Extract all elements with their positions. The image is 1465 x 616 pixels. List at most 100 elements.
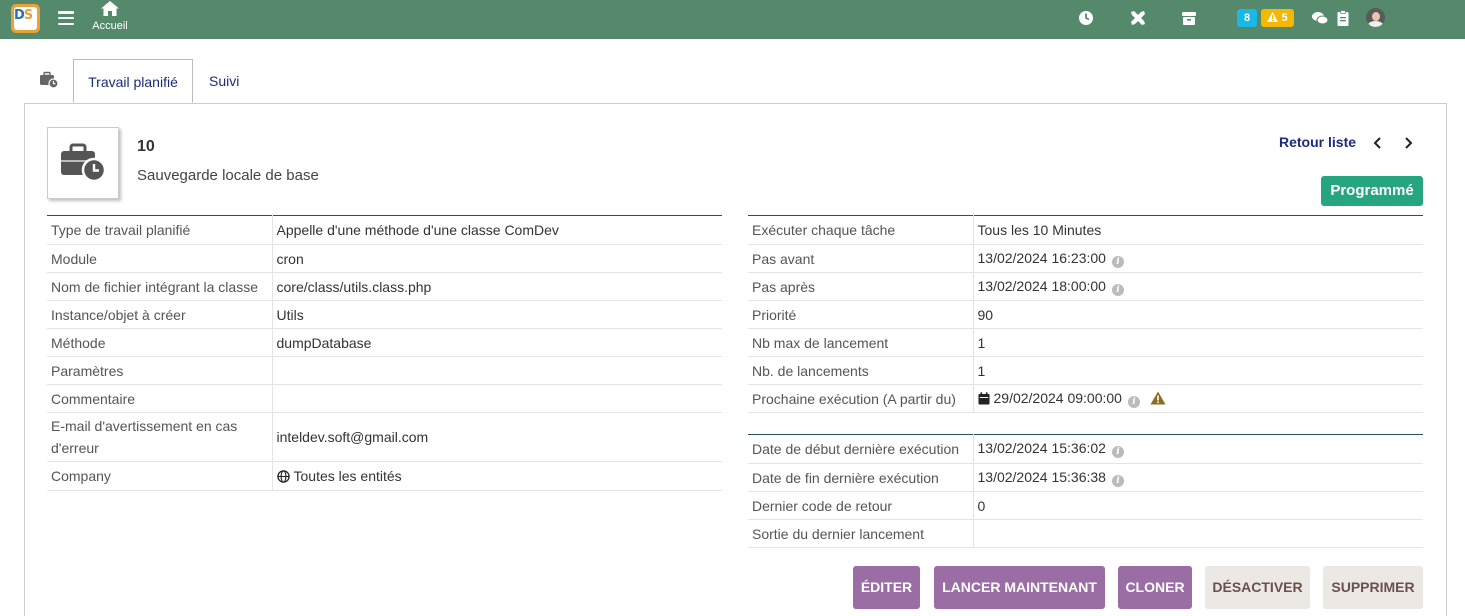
back-to-list-link[interactable]: Retour liste	[1279, 134, 1356, 150]
warning-icon	[1267, 12, 1279, 22]
object-picture	[47, 127, 119, 199]
field-label: Nb. de lancements	[748, 356, 974, 385]
field-row: Nb max de lancement 1	[748, 328, 1423, 357]
clone-button[interactable]: CLONER	[1118, 566, 1192, 609]
cron-job-tab-icon[interactable]	[39, 71, 59, 89]
field-row: Exécuter chaque tâche Tous les 10 Minutes	[748, 215, 1423, 245]
info-icon[interactable]: i	[1127, 395, 1140, 408]
next-run-value: 29/02/2024 09:00:00	[993, 389, 1122, 406]
field-value: Appelle d'une méthode d'une classe ComDe…	[272, 215, 722, 245]
edit-button[interactable]: ÉDITER	[853, 566, 920, 609]
box-icon[interactable]	[1180, 9, 1198, 27]
home-label: Accueil	[92, 20, 128, 32]
left-fields-table: Type de travail planifié Appelle d'une mé…	[47, 215, 722, 491]
field-value: 13/02/2024 16:23:00 i	[973, 244, 1423, 273]
info-icon[interactable]: i	[1111, 255, 1124, 268]
field-row: Commentaire	[47, 384, 722, 413]
menu-toggle-icon[interactable]	[58, 11, 74, 26]
chevron-right-icon[interactable]	[1401, 136, 1415, 150]
field-row: Company Toutes les entités	[47, 461, 722, 491]
field-value: core/class/utils.class.php	[272, 272, 722, 301]
field-row: Dernier code de retour 0	[748, 491, 1423, 520]
field-row: Nom de fichier intégrant la classe core/c…	[47, 272, 722, 301]
field-row: Priorité 90	[748, 300, 1423, 329]
last-run-fields-table: Date de début dernière exécution 13/02/20…	[748, 434, 1423, 548]
clock-icon[interactable]	[1077, 9, 1095, 27]
warning-icon[interactable]	[1150, 391, 1166, 405]
delete-button[interactable]: SUPPRIMER	[1323, 566, 1423, 609]
warning-count: 5	[1281, 12, 1288, 24]
field-value: 0	[973, 491, 1423, 520]
notification-badge[interactable]: 8	[1237, 9, 1257, 27]
field-label: Exécuter chaque tâche	[748, 215, 974, 245]
field-row: Paramètres	[47, 356, 722, 385]
tools-icon[interactable]	[1129, 9, 1147, 27]
not-before-value: 13/02/2024 16:23:00	[977, 249, 1106, 266]
field-label: Paramètres	[47, 356, 273, 385]
field-row: Prochaine exécution (A partir du) 29/02/…	[748, 384, 1423, 413]
field-value: inteldev.soft@gmail.com	[272, 412, 722, 462]
field-label: Date de fin dernière exécution	[748, 463, 974, 492]
schedule-fields-table: Exécuter chaque tâche Tous les 10 Minutes…	[748, 215, 1423, 413]
last-start-value: 13/02/2024 15:36:02	[977, 440, 1106, 456]
field-label: Priorité	[748, 300, 974, 329]
warning-badge[interactable]: 5	[1261, 9, 1294, 27]
field-row: Date de fin dernière exécution 13/02/2024…	[748, 463, 1423, 492]
field-label: Module	[47, 244, 273, 273]
field-label: Company	[47, 461, 273, 491]
tab-suivi[interactable]: Suivi	[197, 59, 251, 103]
object-ref: 10	[137, 138, 155, 155]
field-value: 13/02/2024 15:36:02 i	[973, 434, 1423, 464]
field-row: Module cron	[47, 244, 722, 273]
field-value: cron	[272, 244, 722, 273]
app-logo[interactable]: DS	[11, 4, 40, 33]
field-label: Nb max de lancement	[748, 328, 974, 357]
info-icon[interactable]: i	[1111, 474, 1124, 487]
field-label: Méthode	[47, 328, 273, 357]
field-label: E-mail d'avertissement en cas d'erreur	[47, 412, 273, 462]
field-row: Méthode dumpDatabase	[47, 328, 722, 357]
field-value: Utils	[272, 300, 722, 329]
cron-job-icon	[61, 143, 107, 183]
field-label: Instance/objet à créer	[47, 300, 273, 329]
field-row: Type de travail planifié Appelle d'une mé…	[47, 215, 722, 245]
disable-button[interactable]: DÉSACTIVER	[1205, 566, 1310, 609]
field-label: Pas avant	[748, 244, 974, 273]
field-label: Dernier code de retour	[748, 491, 974, 520]
field-label: Date de début dernière exécution	[748, 434, 974, 464]
not-after-value: 13/02/2024 18:00:00	[977, 277, 1106, 294]
field-value: 29/02/2024 09:00:00 i	[973, 384, 1423, 413]
field-value: Toutes les entités	[272, 461, 722, 491]
field-label: Type de travail planifié	[47, 215, 273, 245]
home-icon	[101, 1, 119, 16]
field-label: Sortie du dernier lancement	[748, 519, 974, 548]
company-value: Toutes les entités	[293, 468, 402, 484]
chat-icon[interactable]	[1311, 9, 1329, 27]
info-icon[interactable]: i	[1111, 446, 1124, 458]
last-end-value: 13/02/2024 15:36:38	[977, 468, 1106, 485]
field-value: 13/02/2024 15:36:38 i	[973, 463, 1423, 492]
field-label: Commentaire	[47, 384, 273, 413]
top-bar: DS Accueil 8 5	[0, 0, 1465, 39]
info-icon[interactable]: i	[1111, 283, 1124, 296]
calendar-icon	[978, 391, 989, 404]
home-link[interactable]: Accueil	[88, 1, 132, 37]
clipboard-icon[interactable]	[1334, 9, 1352, 27]
field-label: Prochaine exécution (A partir du)	[748, 384, 974, 413]
field-value: 90	[973, 300, 1423, 329]
globe-icon	[276, 470, 290, 483]
tab-travail-planifie[interactable]: Travail planifié	[73, 59, 193, 103]
field-value	[973, 519, 1423, 548]
field-value: 1	[973, 328, 1423, 357]
field-row: Sortie du dernier lancement	[748, 519, 1423, 548]
field-row: Instance/objet à créer Utils	[47, 300, 722, 329]
field-row: E-mail d'avertissement en cas d'erreur in…	[47, 412, 722, 462]
field-row: Date de début dernière exécution 13/02/20…	[748, 434, 1423, 464]
user-avatar[interactable]	[1366, 8, 1385, 27]
field-label: Pas après	[748, 272, 974, 301]
field-row: Pas après 13/02/2024 18:00:00 i	[748, 272, 1423, 301]
chevron-left-icon[interactable]	[1371, 136, 1385, 150]
field-label: Nom de fichier intégrant la classe	[47, 272, 273, 301]
field-value: 13/02/2024 18:00:00 i	[973, 272, 1423, 301]
run-now-button[interactable]: LANCER MAINTENANT	[934, 566, 1105, 609]
